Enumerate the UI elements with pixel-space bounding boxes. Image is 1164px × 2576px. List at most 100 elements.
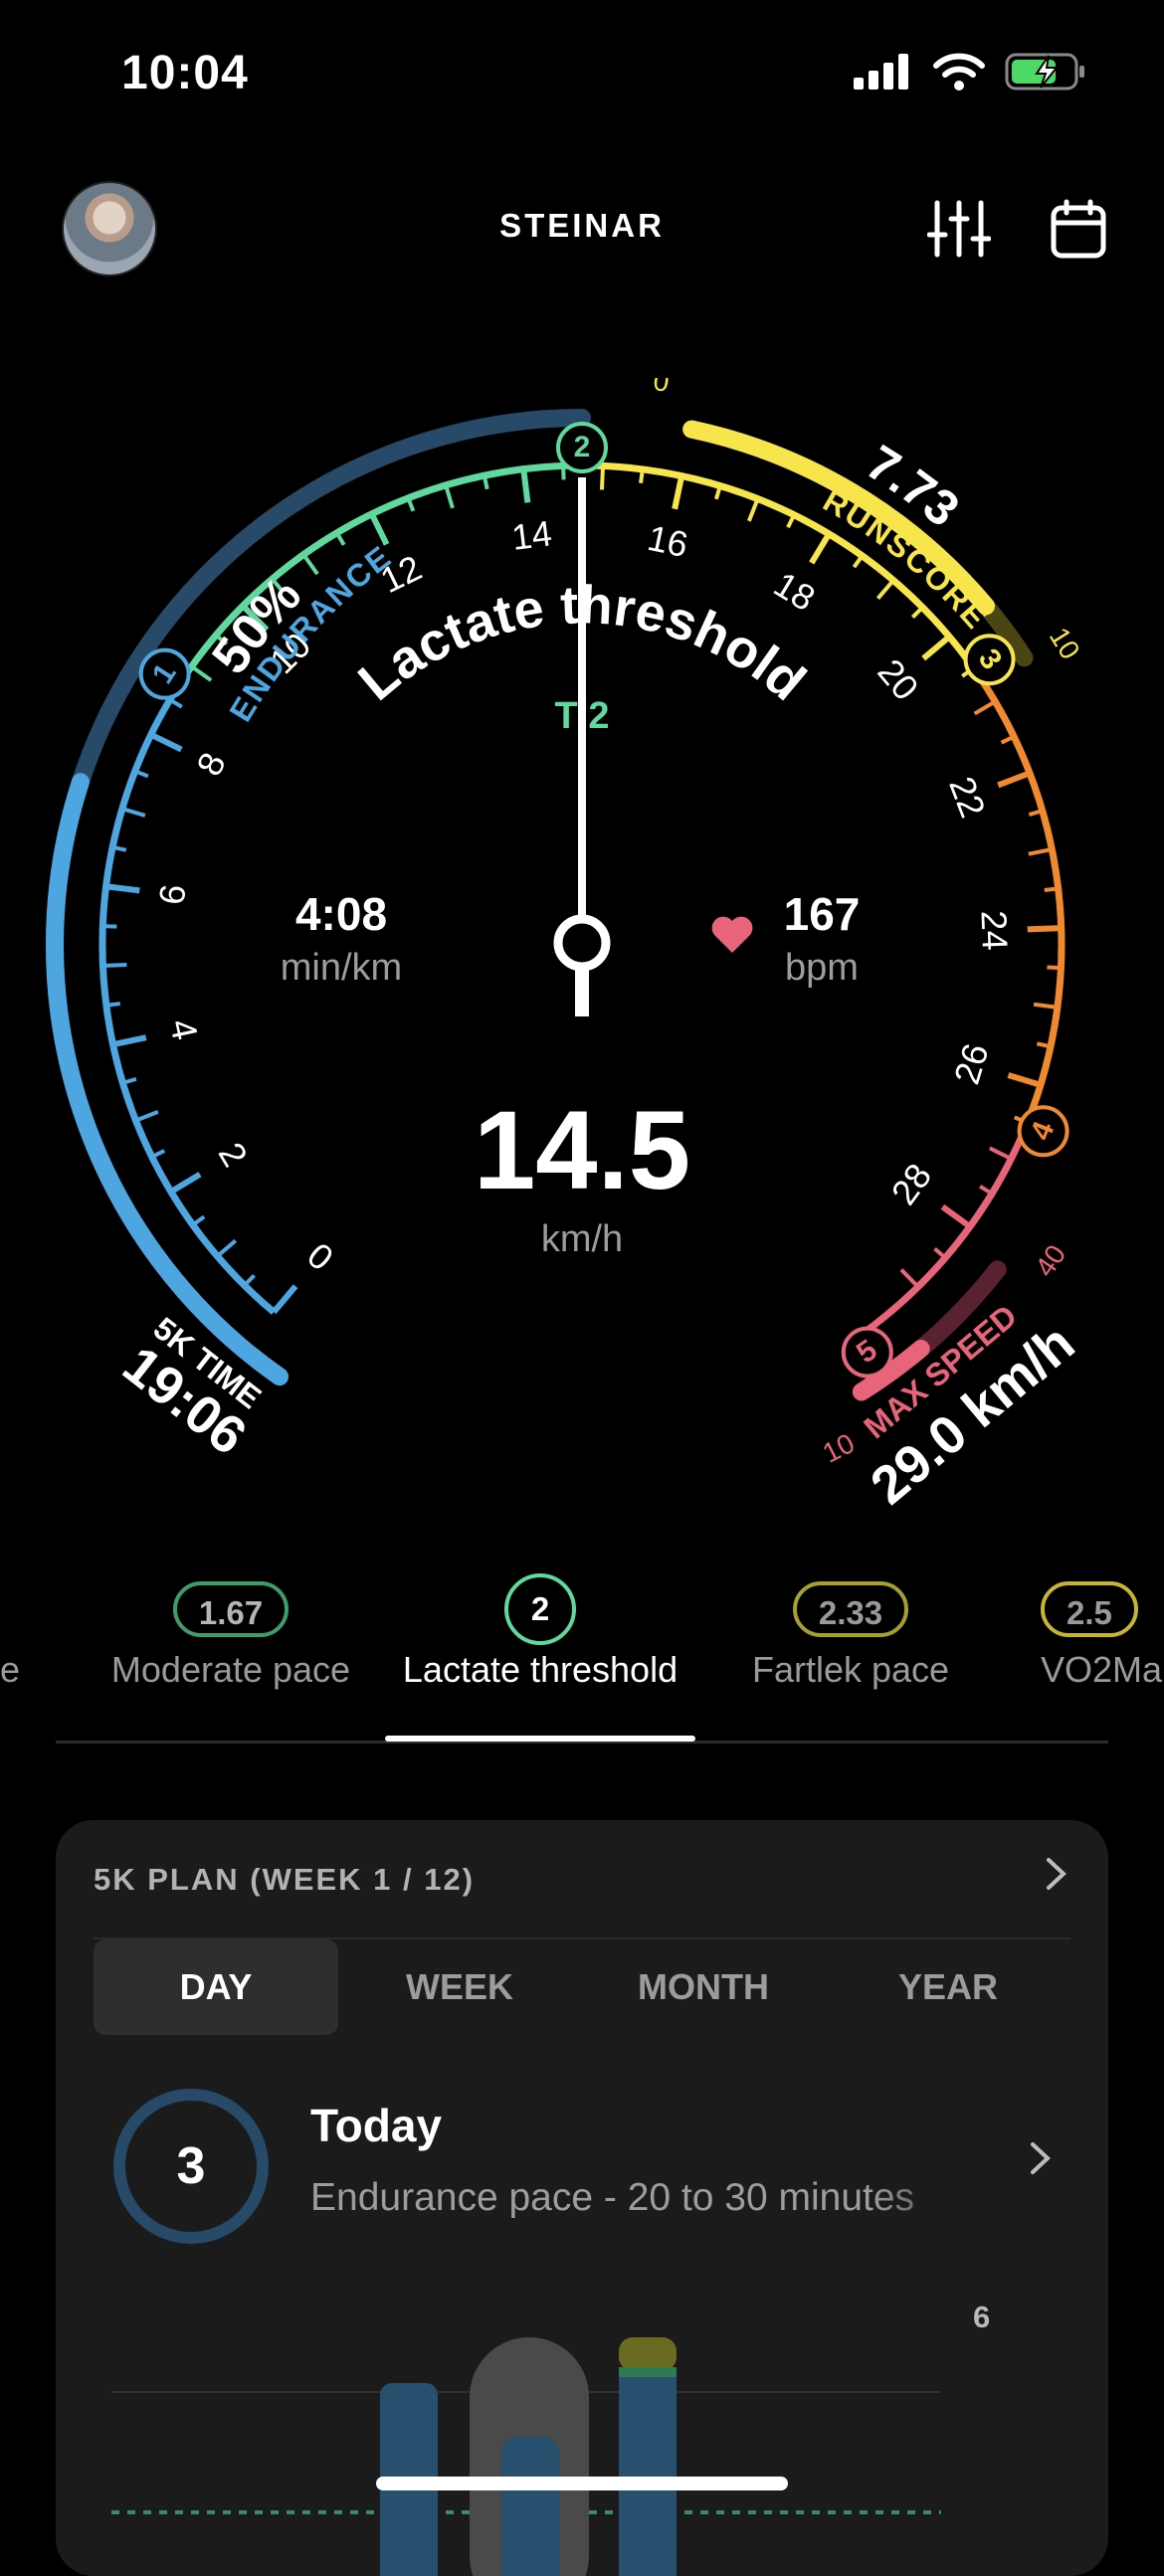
gauge-tick [561,465,566,480]
gauge-scale-label: 0 [299,1234,341,1278]
gauge-scale-label: 24 [974,910,1016,951]
zone-tab-2[interactable]: 2 Lactate threshold [390,1573,690,1691]
gauge-tick [899,1268,920,1289]
gauge-tick [121,807,146,818]
gauge-tick [406,497,416,512]
gauge-tick [105,1002,120,1008]
app-header: STEINAR [0,169,1164,288]
zone-tab-label: Fartlek pace [751,1649,950,1690]
gauge-tick [216,1238,238,1258]
sliders-icon[interactable] [927,199,991,259]
text-fade [872,2168,1001,2228]
gauge-scale-label: 6 [151,882,194,907]
zone-tab-0[interactable]: ce [0,1649,20,1691]
battery-charging-icon [1005,53,1084,91]
gauge-tick [191,1214,206,1227]
gauge-scale-label: 16 [644,517,691,565]
zone-pill: 1.67 [172,1581,290,1637]
zone-pill: 2.5 [1041,1581,1138,1637]
zone-tab-3[interactable]: 2.33 Fartlek pace [736,1581,965,1691]
speed-unit: km/h [541,1218,623,1260]
gauge-scale-label: 18 [767,563,822,619]
gauge-scale-label: 28 [883,1156,940,1211]
gauge-tick [482,474,489,490]
gauge-tick [149,732,183,753]
gauge-tick [1047,965,1062,971]
weekly-bar-chart [111,2337,941,2576]
zone-pill: 2.33 [792,1581,909,1637]
gauge-scale-label: 22 [941,771,994,823]
secondary-scale-label: 40 [1029,1239,1071,1282]
zone-tab-4[interactable]: 2.5 VO2Ma [1041,1581,1162,1691]
gauge-tick [997,770,1032,789]
gauge-tick [243,1273,256,1287]
gauge-tick [933,1246,947,1260]
active-tab-indicator [385,1736,695,1742]
gauge-tick [520,468,531,503]
heart-icon [711,916,753,953]
period-segmented-control: DAY WEEK MONTH YEAR [94,1939,1070,2035]
secondary-scale-label: 10 [1044,622,1086,664]
calendar-icon[interactable] [1051,199,1106,259]
gauge-scale-label: 2 [211,1136,256,1174]
zone-tab-label: Lactate threshold [402,1649,679,1690]
secondary-scale-label: 10 [818,1427,860,1469]
gauge-tick [111,844,127,852]
gauge-tick [444,484,455,509]
gauge-scale-label: 26 [946,1038,997,1088]
gauge-tick [169,1172,202,1195]
gauge-tick [973,699,997,716]
gauge-tick [1007,1072,1042,1088]
gauge-tick [111,1034,147,1048]
plan-card[interactable]: 5K PLAN (WEEK 1 / 12) DAY WEEK MONTH YEA… [56,1820,1108,2576]
chevron-right-icon[interactable] [1045,1856,1068,1892]
zone-tab-1[interactable]: 1.67 Moderate pace [101,1581,360,1691]
pace-unit: min/km [281,947,402,989]
gauge-tick [921,634,952,661]
segment-week[interactable]: WEEK [337,1939,582,2035]
chart-bar-mid [619,2367,677,2377]
gauge-tick [746,497,760,522]
gauge-tick [105,883,140,894]
gauge-tick [1033,1002,1059,1010]
secondary-scale-label: 0 [652,378,672,398]
gauge-tick [369,512,390,546]
chart-bar [501,2437,559,2576]
gauge-tick [1044,886,1059,892]
cellular-signal-icon [854,54,908,90]
wifi-icon [933,53,985,91]
today-count: 3 [176,2137,206,2195]
segment-day[interactable]: DAY [94,1939,338,2035]
gauge-scale-label: 8 [188,746,234,782]
gauge-tick [102,962,127,969]
gauge-tick [190,664,213,682]
gauge-tick [672,474,685,510]
chevron-right-icon[interactable] [1029,2140,1053,2176]
zone-marker-label: 2 [574,431,591,463]
gauge-tick [988,1146,1013,1161]
gauge-tick [639,468,645,483]
segment-year[interactable]: YEAR [826,1939,1070,2035]
chart-bar-top [619,2337,677,2371]
zone-tabs: ce 1.67 Moderate pace 2 Lactate threshol… [0,1571,1164,1750]
hr-unit: bpm [785,947,859,989]
hr-value: 167 [784,888,861,940]
gauge-scale-label: 4 [162,1015,206,1043]
zone-pill: 2 [504,1573,576,1645]
status-icons [854,52,1086,92]
gauge-tick [1028,846,1053,856]
pace-value: 4:08 [295,888,387,940]
segment-month[interactable]: MONTH [581,1939,826,2035]
gauge-scale-labels: 02468101214 161820222426280101040 [151,378,1086,1469]
speed-gauge: 02468101214 161820222426280101040 12345 5… [46,378,1086,1516]
gauge-tick [102,924,117,929]
zone-tab-label: VO2Ma [1041,1649,1163,1690]
gauge-tick [910,606,924,619]
gauge-tick [134,1109,159,1123]
gauge-tick [301,553,319,576]
gauge-tick [271,1284,298,1315]
gauge-tick [809,532,832,565]
plan-title: 5K PLAN (WEEK 1 / 12) [94,1862,476,1897]
gauge-tick [1027,925,1062,933]
status-time: 10:04 [121,47,249,99]
